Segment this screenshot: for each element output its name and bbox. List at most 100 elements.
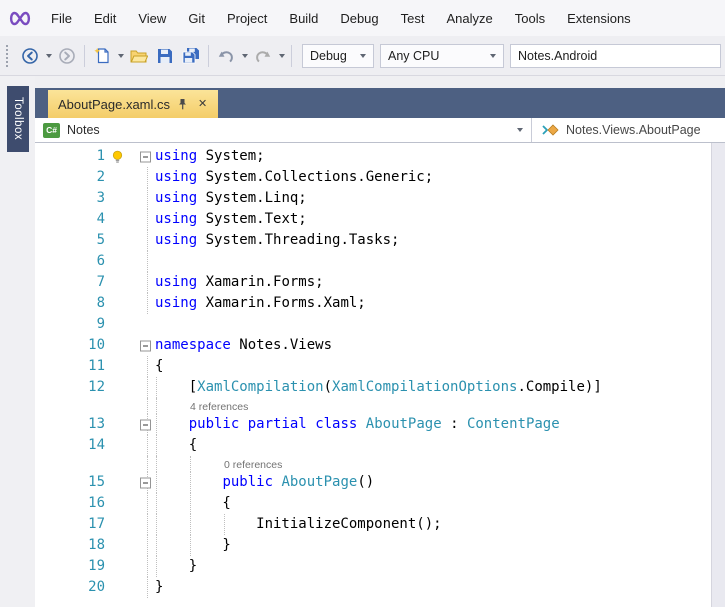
code-token: } (155, 579, 163, 595)
solution-platform-dropdown[interactable]: Any CPU (380, 44, 504, 68)
navigate-forward-button[interactable] (54, 43, 80, 69)
code-text: using System.Text; (155, 209, 711, 230)
code-line[interactable]: 11{ (35, 356, 711, 377)
glyph-margin (105, 293, 153, 314)
save-button[interactable] (152, 43, 178, 69)
code-text: 0 references (155, 456, 711, 472)
line-number: 14 (35, 435, 105, 456)
code-token: System; (197, 148, 264, 164)
code-line[interactable]: 15 public AboutPage() (35, 472, 711, 493)
glyph-margin (105, 514, 153, 535)
new-file-dropdown[interactable] (115, 43, 126, 69)
menu-build[interactable]: Build (278, 5, 329, 32)
pin-icon[interactable] (177, 98, 188, 111)
code-line[interactable]: 5using System.Threading.Tasks; (35, 230, 711, 251)
line-number: 15 (35, 472, 105, 493)
code-editor[interactable]: 1 using System;2using System.Collections… (35, 143, 711, 607)
chevron-down-icon (490, 54, 496, 58)
code-token (239, 416, 247, 432)
menu-debug[interactable]: Debug (329, 5, 389, 32)
code-text: { (155, 435, 711, 456)
open-file-button[interactable] (126, 43, 152, 69)
save-all-button[interactable] (178, 43, 204, 69)
code-token: [ (155, 379, 197, 395)
code-line[interactable]: 4using System.Text; (35, 209, 711, 230)
code-token: ( (324, 379, 332, 395)
startup-project-dropdown[interactable]: Notes.Android (510, 44, 721, 68)
chevron-down-icon (46, 54, 52, 58)
lightbulb-icon[interactable] (110, 149, 125, 164)
code-line[interactable]: 16 { (35, 493, 711, 514)
redo-button[interactable] (250, 43, 276, 69)
menu-test[interactable]: Test (390, 5, 436, 32)
code-token: using (155, 232, 197, 248)
menu-view[interactable]: View (127, 5, 177, 32)
editor-navigation-bar: C# Notes Notes.Views.AboutPage (35, 118, 725, 143)
code-line[interactable]: 19 } (35, 556, 711, 577)
solution-configuration-dropdown[interactable]: Debug (302, 44, 374, 68)
code-line[interactable]: 1 using System; (35, 146, 711, 167)
visual-studio-window: File Edit View Git Project Build Debug T… (0, 0, 725, 607)
glyph-margin (105, 472, 153, 493)
type-member-dropdown[interactable]: Notes.Views.AboutPage (532, 118, 725, 142)
navigate-back-button[interactable] (17, 43, 43, 69)
vertical-scrollbar[interactable] (711, 143, 725, 607)
toolbar-grip[interactable] (6, 45, 11, 67)
code-line[interactable]: 14 { (35, 435, 711, 456)
fold-collapse-button[interactable] (140, 419, 151, 430)
close-icon[interactable]: ✕ (195, 98, 210, 111)
code-line[interactable]: 3using System.Linq; (35, 188, 711, 209)
back-arrow-icon (21, 47, 39, 65)
undo-button[interactable] (213, 43, 239, 69)
line-number: 11 (35, 356, 105, 377)
codelens-references-link[interactable]: 4 references (190, 399, 248, 415)
codelens-row[interactable]: 0 references (35, 456, 711, 472)
menu-tools[interactable]: Tools (504, 5, 556, 32)
glyph-margin (105, 209, 153, 230)
code-line[interactable]: 17 InitializeComponent(); (35, 514, 711, 535)
menu-file[interactable]: File (40, 5, 83, 32)
indent-guide (190, 535, 191, 556)
code-token: namespace (155, 337, 231, 353)
tab-aboutpage-xaml-cs[interactable]: AboutPage.xaml.cs ✕ (48, 90, 218, 118)
chevron-down-icon (242, 54, 248, 58)
redo-dropdown[interactable] (276, 43, 287, 69)
code-line[interactable]: 12 [XamlCompilation(XamlCompilationOptio… (35, 377, 711, 398)
line-number: 3 (35, 188, 105, 209)
indent-guide (156, 414, 157, 435)
fold-collapse-button[interactable] (140, 477, 151, 488)
new-file-button[interactable] (89, 43, 115, 69)
code-text: using System.Collections.Generic; (155, 167, 711, 188)
code-token: { (155, 437, 197, 453)
code-text: using System; (155, 146, 711, 167)
code-line[interactable]: 2using System.Collections.Generic; (35, 167, 711, 188)
fold-collapse-button[interactable] (140, 340, 151, 351)
code-line[interactable]: 18 } (35, 535, 711, 556)
navigate-back-dropdown[interactable] (43, 43, 54, 69)
code-token: { (155, 495, 231, 511)
menu-extensions[interactable]: Extensions (556, 5, 642, 32)
code-line[interactable]: 13 public partial class AboutPage : Cont… (35, 414, 711, 435)
glyph-margin (105, 535, 153, 556)
code-line[interactable]: 8using Xamarin.Forms.Xaml; (35, 293, 711, 314)
undo-dropdown[interactable] (239, 43, 250, 69)
indent-guide (156, 556, 157, 577)
code-line[interactable]: 7using Xamarin.Forms; (35, 272, 711, 293)
code-line[interactable]: 20} (35, 577, 711, 598)
toolbox-tab[interactable]: Toolbox (7, 86, 29, 152)
line-number: 12 (35, 377, 105, 398)
glyph-margin (105, 493, 153, 514)
code-line[interactable]: 9 (35, 314, 711, 335)
menu-git[interactable]: Git (177, 5, 216, 32)
fold-collapse-button[interactable] (140, 151, 151, 162)
startup-project-value: Notes.Android (518, 49, 713, 63)
glyph-margin (105, 398, 153, 414)
menu-project[interactable]: Project (216, 5, 278, 32)
menu-analyze[interactable]: Analyze (435, 5, 503, 32)
codelens-row[interactable]: 4 references (35, 398, 711, 414)
code-line[interactable]: 6 (35, 251, 711, 272)
code-line[interactable]: 10namespace Notes.Views (35, 335, 711, 356)
project-dropdown[interactable]: C# Notes (35, 118, 532, 142)
codelens-references-link[interactable]: 0 references (224, 457, 282, 473)
menu-edit[interactable]: Edit (83, 5, 127, 32)
